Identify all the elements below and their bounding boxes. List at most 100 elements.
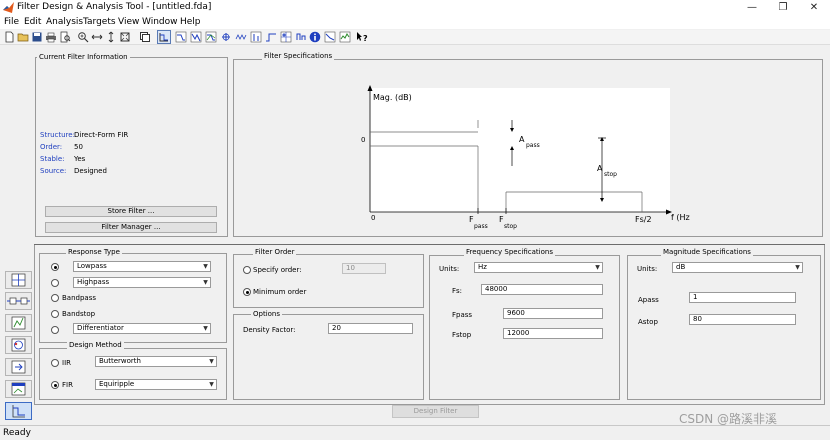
close-button[interactable]: ✕ [799,1,829,15]
maximize-button[interactable]: ❐ [768,1,798,15]
sidebar-design-filter-alt[interactable] [5,380,32,398]
magnitude-units-dropdown[interactable]: dB ▼ [672,262,803,273]
differentiator-dropdown-value: Differentiator [77,324,124,332]
astop-input[interactable]: 80 [689,314,796,325]
specify-order-input[interactable]: 10 [342,263,386,274]
sidebar-realize-model[interactable] [5,314,32,332]
full-view-icon[interactable] [119,31,131,43]
stable-value: Yes [74,155,86,163]
status-bar: Ready [0,425,830,440]
fs2-label: Fs/2 [635,215,652,224]
sidebar-design-filter[interactable] [5,402,32,420]
fpass-subscript: pass [474,223,488,230]
group-delay-icon[interactable] [220,31,232,43]
fstop-subscript: stop [504,223,517,230]
filter-information-icon[interactable] [309,31,321,43]
step-response-icon[interactable] [265,31,277,43]
menu-analysis[interactable]: Analysis [46,16,83,29]
frequency-units-label: Units: [439,265,460,273]
astop-subscript: stop [604,171,617,178]
specify-order-label: Specify order: [253,266,302,274]
iir-method-value: Butterworth [99,357,141,365]
sidebar-transform-filter[interactable] [5,271,32,289]
apass-input[interactable]: 1 [689,292,796,303]
menu-bar: File Edit Analysis Targets View Window H… [0,16,830,29]
menu-window[interactable]: Window [142,16,178,29]
lowpass-dropdown-value: Lowpass [77,262,107,270]
fir-radio[interactable] [51,381,59,389]
iir-method-dropdown[interactable]: Butterworth ▼ [95,356,217,367]
design-method-title: Design Method [67,341,124,349]
fs-label: Fs: [452,287,463,295]
structure-value: Direct-Form FIR [74,131,129,139]
menu-edit[interactable]: Edit [24,16,41,29]
magnitude-phase-icon[interactable] [205,31,217,43]
sidebar-pole-zero-editor[interactable] [5,336,32,354]
watermark: CSDN @路溪非溪 [679,412,778,426]
design-filter-alt-icon [11,382,26,396]
fs-input[interactable]: 48000 [481,284,603,295]
new-file-icon[interactable] [3,31,15,43]
specify-order-radio[interactable] [243,266,251,274]
lowpass-radio[interactable] [51,263,59,271]
chevron-down-icon: ▼ [595,264,600,271]
filter-specifications-icon[interactable] [157,30,171,44]
apass-symbol: A [519,135,525,144]
round-off-noise-icon[interactable] [339,31,351,43]
differentiator-radio[interactable] [51,326,59,334]
window-title: Filter Design & Analysis Tool - [untitle… [17,2,212,12]
minimum-order-radio[interactable] [243,288,251,296]
filter-manager-button[interactable]: Filter Manager ... [45,222,217,233]
pole-zero-icon[interactable] [280,31,292,43]
zoom-in-icon[interactable] [77,31,89,43]
sidebar-import-filter[interactable] [5,358,32,376]
new-window-icon[interactable] [139,31,151,43]
print-icon[interactable] [45,31,57,43]
menu-view[interactable]: View [118,16,139,29]
frequency-units-dropdown[interactable]: Hz ▼ [474,262,603,273]
menu-file[interactable]: File [4,16,19,29]
print-preview-icon[interactable] [59,31,71,43]
fir-method-dropdown[interactable]: Equiripple ▼ [95,379,217,390]
iir-label: IIR [62,359,71,367]
save-icon[interactable] [31,31,43,43]
differentiator-dropdown[interactable]: Differentiator ▼ [73,323,211,334]
fpass-input[interactable]: 9600 [503,308,603,319]
highpass-dropdown[interactable]: Highpass ▼ [73,277,211,288]
iir-radio[interactable] [51,359,59,367]
minimize-button[interactable]: — [737,1,767,15]
chevron-down-icon: ▼ [203,279,208,286]
filter-coefficients-icon[interactable] [295,31,307,43]
chevron-down-icon: ▼ [203,263,208,270]
create-multirate-filter-icon [7,297,30,305]
highpass-radio[interactable] [51,279,59,287]
apass-subscript: pass [526,142,540,149]
phase-response-icon[interactable] [190,31,202,43]
open-file-icon[interactable] [17,31,29,43]
density-factor-input[interactable]: 20 [328,323,413,334]
design-filter-button[interactable]: Design Filter [392,405,479,418]
bandstop-radio[interactable] [51,310,59,318]
toolbar: ? [0,30,830,45]
menu-help[interactable]: Help [180,16,201,29]
impulse-response-icon[interactable] [250,31,262,43]
pole-zero-editor-icon [11,338,26,352]
y-axis-label: Mag. (dB) [373,93,412,102]
filter-specifications-title: Filter Specifications [262,52,335,60]
store-filter-button[interactable]: Store Filter ... [45,206,217,217]
transform-filter-icon [11,273,26,287]
menu-targets[interactable]: Targets [83,16,116,29]
design-panel-divider [34,244,825,246]
lowpass-dropdown[interactable]: Lowpass ▼ [73,261,211,272]
phase-delay-icon[interactable] [235,31,247,43]
magnitude-response-icon[interactable] [175,31,187,43]
sidebar-create-multirate-filter[interactable] [5,292,32,310]
whats-this-icon[interactable]: ? [356,31,368,43]
magnitude-units-value: dB [676,263,686,271]
bandpass-radio[interactable] [51,294,59,302]
title-bar: Filter Design & Analysis Tool - [untitle… [0,0,830,16]
zoom-x-icon[interactable] [91,31,103,43]
magnitude-response-estimate-icon[interactable] [324,31,336,43]
fstop-input[interactable]: 12000 [503,328,603,339]
zoom-y-icon[interactable] [105,31,117,43]
